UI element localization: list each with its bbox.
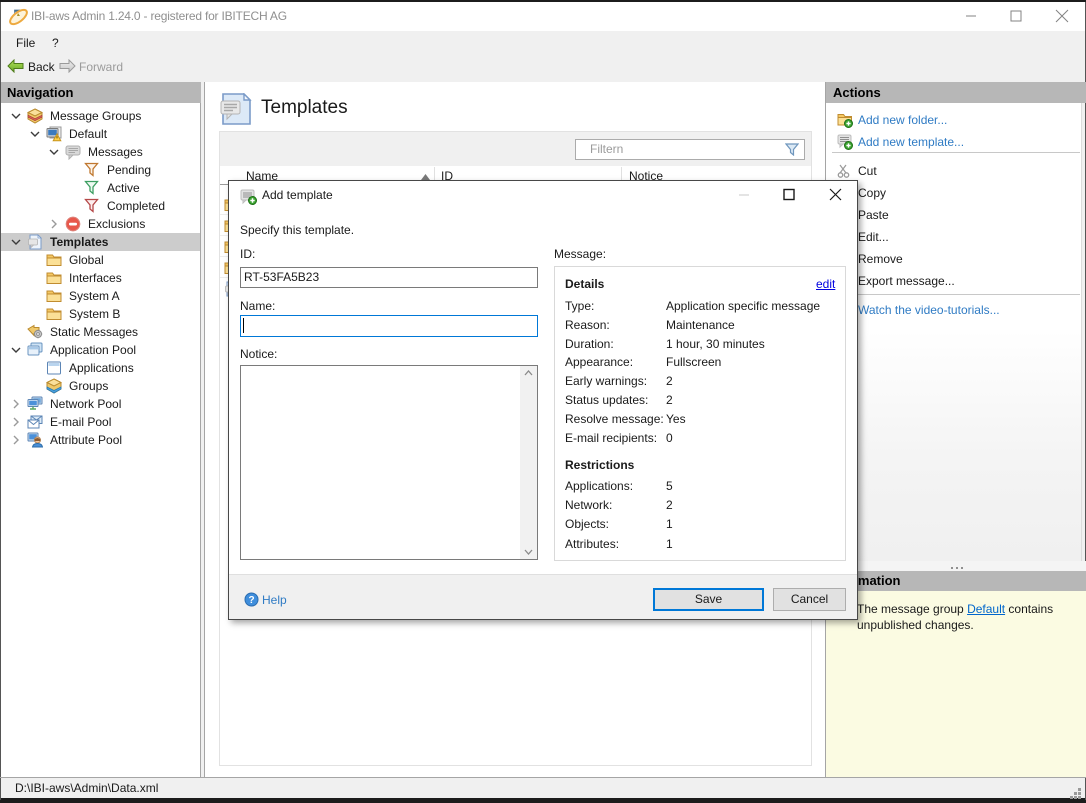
svg-text:?: ? <box>248 595 254 606</box>
